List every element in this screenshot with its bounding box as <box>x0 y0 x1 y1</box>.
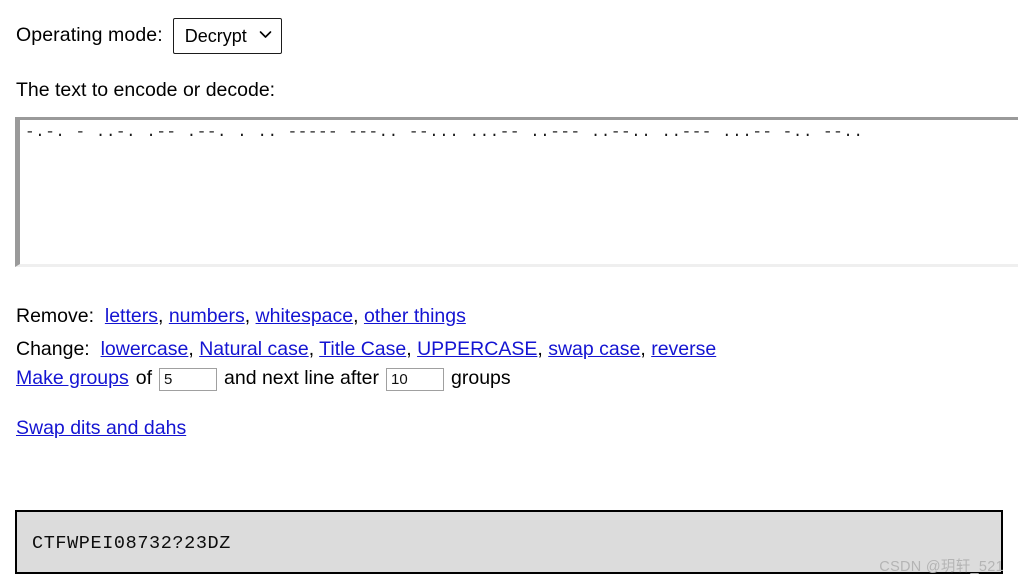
remove-link-letters[interactable]: letters <box>105 305 158 327</box>
operating-mode-row: Operating mode: Decrypt <box>0 0 1018 54</box>
change-row: Change: lowercase, Natural case, Title C… <box>16 333 1018 366</box>
groups-suffix-label: groups <box>451 367 511 390</box>
operating-mode-selected-value: Decrypt <box>184 25 247 46</box>
swap-dits-and-dahs-link[interactable]: Swap dits and dahs <box>16 417 186 439</box>
sep: , <box>406 337 418 360</box>
change-link-swap-case[interactable]: swap case <box>548 338 640 360</box>
textarea-value: -.-. - ..-. .-- .--. . .. ----- ---.. --… <box>25 122 864 141</box>
sep: , <box>188 337 200 360</box>
change-link-title-case[interactable]: Title Case <box>319 338 406 360</box>
remove-label: Remove: <box>16 304 95 327</box>
make-groups-row: Make groups of 5 and next line after 10 … <box>16 367 1018 391</box>
sep: , <box>244 304 256 327</box>
chevron-down-icon <box>259 28 272 41</box>
sep: , <box>640 337 652 360</box>
change-link-lowercase[interactable]: lowercase <box>101 338 189 360</box>
make-groups-link[interactable]: Make groups <box>16 369 129 389</box>
swap-dits-dahs-row: Swap dits and dahs <box>16 417 1018 439</box>
remove-row: Remove: letters, numbers, whitespace, ot… <box>16 300 1018 333</box>
line-after-groups-input[interactable]: 10 <box>386 367 445 391</box>
operating-mode-label: Operating mode: <box>16 24 163 47</box>
morse-tool-page: Operating mode: Decrypt The text to enco… <box>0 0 1018 582</box>
change-label: Change: <box>16 337 90 360</box>
change-link-uppercase[interactable]: UPPERCASE <box>417 338 537 360</box>
transform-links-block: Remove: letters, numbers, whitespace, ot… <box>16 300 1018 391</box>
of-label: of <box>135 367 152 390</box>
change-link-natural-case[interactable]: Natural case <box>199 338 308 360</box>
next-line-after-label: and next line after <box>224 367 380 390</box>
remove-link-other-things[interactable]: other things <box>364 305 466 327</box>
sep: , <box>308 337 320 360</box>
remove-link-whitespace[interactable]: whitespace <box>256 305 354 327</box>
sep: , <box>353 304 364 327</box>
operating-mode-select[interactable]: Decrypt <box>172 18 282 54</box>
group-size-input[interactable]: 5 <box>159 367 217 391</box>
text-input-textarea[interactable]: -.-. - ..-. .-- .--. . .. ----- ---.. --… <box>15 116 1018 267</box>
sep: , <box>537 337 549 360</box>
remove-link-numbers[interactable]: numbers <box>169 305 245 327</box>
textarea-label: The text to encode or decode: <box>16 79 276 101</box>
group-size-value: 5 <box>164 370 173 388</box>
result-output-box[interactable]: CTFWPEI08732?23DZ <box>15 510 1003 574</box>
result-output-text: CTFWPEI08732?23DZ <box>32 533 231 554</box>
line-after-groups-value: 10 <box>391 370 408 388</box>
sep: , <box>157 304 169 327</box>
change-link-reverse[interactable]: reverse <box>651 338 716 360</box>
